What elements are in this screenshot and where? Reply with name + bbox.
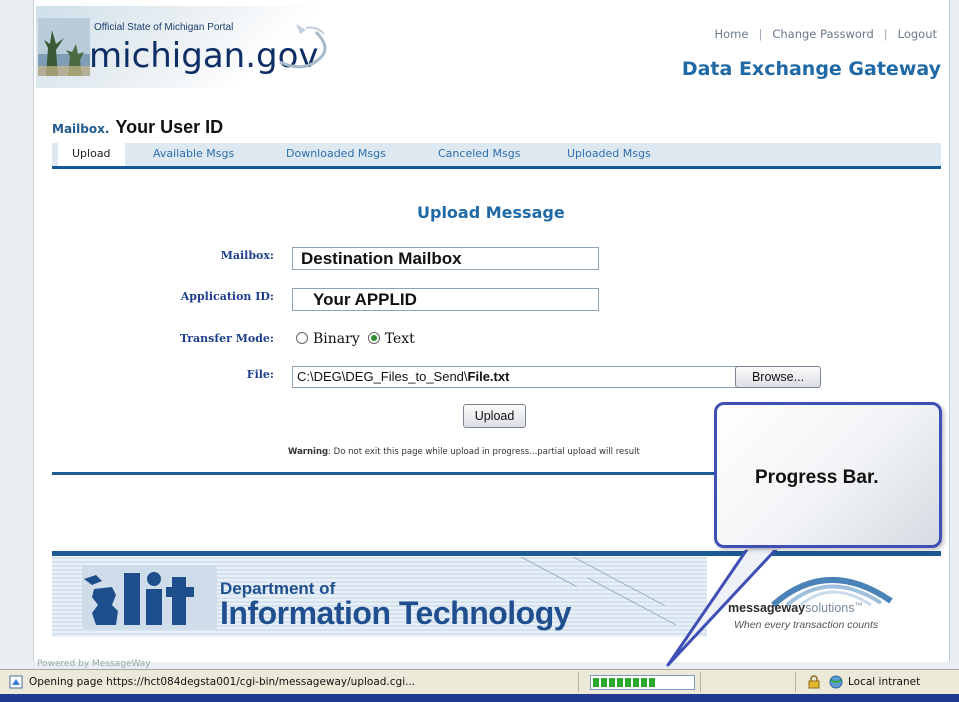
progress-segment xyxy=(649,678,655,687)
department-name: Information Technology xyxy=(220,595,572,631)
binary-radio-label: Binary xyxy=(313,331,360,347)
top-links: Home | Change Password | Logout xyxy=(715,27,938,41)
tab-available-msgs[interactable]: Available Msgs xyxy=(153,143,234,166)
link-separator: | xyxy=(758,27,763,41)
brand-light: solutions xyxy=(805,601,855,615)
progress-segment xyxy=(625,678,631,687)
binary-radio[interactable] xyxy=(296,332,308,344)
tab-uploaded-msgs[interactable]: Uploaded Msgs xyxy=(567,143,651,166)
callout-text: Progress Bar. xyxy=(755,467,879,488)
progress-segment xyxy=(593,678,599,687)
progress-bar-callout: Progress Bar. xyxy=(714,402,942,548)
text-radio-label: Text xyxy=(384,331,415,347)
powered-by-text: Powered by MessageWay xyxy=(37,659,151,669)
taskbar-edge xyxy=(0,694,959,702)
file-path-directory: C:\DEG\DEG_Files_to_Send\ xyxy=(297,369,468,384)
trademark: ™ xyxy=(854,601,863,610)
transfer-mode-label: Transfer Mode: xyxy=(179,332,274,345)
status-bar: Opening page https://hct084degsta001/cgi… xyxy=(0,669,959,694)
lock-icon[interactable] xyxy=(807,675,821,689)
swoosh-icon xyxy=(279,24,327,69)
home-link[interactable]: Home xyxy=(715,27,749,41)
banner-streak xyxy=(497,557,577,588)
file-label: File: xyxy=(246,368,274,381)
user-id: Your User ID xyxy=(115,117,224,137)
file-name: File.txt xyxy=(467,369,510,384)
mailbox-field-label: Mailbox: xyxy=(220,249,274,262)
progress-segment xyxy=(633,678,639,687)
change-password-link[interactable]: Change Password xyxy=(772,27,873,41)
logo-tree-icon xyxy=(38,18,90,76)
dit-logo-icon xyxy=(82,565,217,629)
portal-caption: Official State of Michigan Portal xyxy=(94,22,234,33)
tab-bar: Upload Available Msgs Downloaded Msgs Ca… xyxy=(52,143,941,169)
application-id-label: Application ID: xyxy=(180,290,274,303)
progress-bar-fill xyxy=(593,678,657,687)
page: Official State of Michigan Portal michig… xyxy=(33,0,951,669)
transfer-mode-group: Binary Text xyxy=(296,331,423,347)
file-path-input[interactable]: C:\DEG\DEG_Files_to_Send\File.txt xyxy=(292,366,762,388)
tab-canceled-msgs[interactable]: Canceled Msgs xyxy=(438,143,520,166)
mailbox-label: Mailbox. xyxy=(52,122,110,136)
footer-banner: Department of Information Technology mes… xyxy=(52,551,941,639)
header: Official State of Michigan Portal michig… xyxy=(34,0,951,100)
form-title: Upload Message xyxy=(417,203,565,222)
mailbox-heading: Mailbox. Your User ID xyxy=(52,117,223,138)
status-divider xyxy=(795,672,796,692)
destination-mailbox-input[interactable]: Destination Mailbox xyxy=(292,247,599,270)
dit-banner: Department of Information Technology xyxy=(52,557,707,637)
progress-segment xyxy=(617,678,623,687)
browse-button[interactable]: Browse... xyxy=(735,366,821,388)
page-loading-icon xyxy=(9,675,23,689)
tab-upload[interactable]: Upload xyxy=(58,143,125,166)
text-radio[interactable] xyxy=(367,332,380,344)
status-text: Opening page https://hct084degsta001/cgi… xyxy=(29,676,416,688)
callout-pointer xyxy=(666,545,780,667)
upload-button[interactable]: Upload xyxy=(463,404,526,428)
warning-text: : Do not exit this page while upload in … xyxy=(328,447,640,457)
upload-warning: Warning: Do not exit this page while upl… xyxy=(288,447,640,457)
footer-rule xyxy=(52,551,941,556)
progress-segment xyxy=(641,678,647,687)
intranet-globe-icon xyxy=(829,675,843,689)
progress-bar xyxy=(590,675,695,690)
link-separator: | xyxy=(883,27,888,41)
warning-label: Warning xyxy=(288,447,329,457)
status-divider xyxy=(578,672,579,692)
logout-link[interactable]: Logout xyxy=(898,27,937,41)
progress-segment xyxy=(609,678,615,687)
status-divider xyxy=(700,672,701,692)
security-zone-text: Local intranet xyxy=(848,676,921,688)
browser-viewport: Official State of Michigan Portal michig… xyxy=(0,0,959,702)
application-id-input[interactable]: Your APPLID xyxy=(292,288,599,311)
tab-downloaded-msgs[interactable]: Downloaded Msgs xyxy=(286,143,386,166)
site-title: Data Exchange Gateway xyxy=(681,58,941,80)
progress-segment xyxy=(601,678,607,687)
